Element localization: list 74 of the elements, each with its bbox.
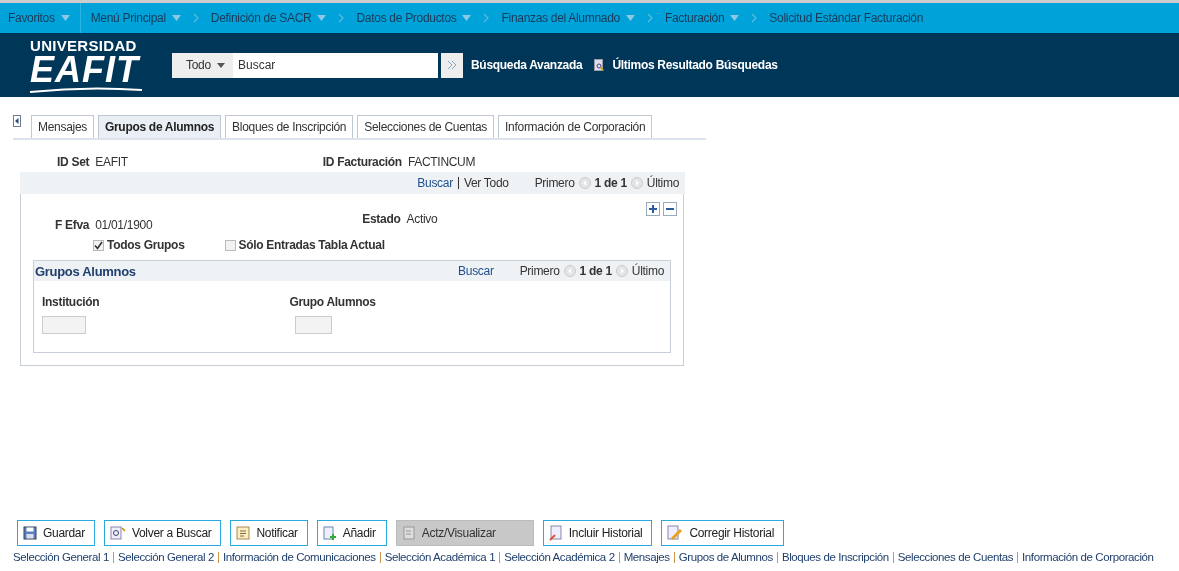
page-link[interactable]: Mensajes [623,551,670,563]
tab[interactable]: Grupos de Alumnos [97,115,222,138]
double-chevron-icon [447,60,457,70]
page-link[interactable]: Información de Comunicaciones [222,551,376,563]
toolbar-button[interactable]: Añadir [316,520,387,546]
last-label: Último [631,264,664,278]
toolbar-button[interactable]: Incluir Historial [542,520,653,546]
page-link[interactable]: Selección Académica 2 [504,551,615,563]
previous-icon[interactable] [563,265,576,277]
field-value: 01/01/1900 [95,218,153,232]
add-document-icon [322,526,337,540]
delete-row-icon[interactable] [663,202,677,216]
page-link[interactable]: Información de Corporación [1022,551,1154,563]
page-link[interactable]: Selección Académica 1 [384,551,496,563]
search-go-button[interactable] [441,52,463,78]
page-count: 1 de 1 [579,264,612,278]
tab[interactable]: Información de Corporación [498,115,653,138]
page-link[interactable]: Selección General 2 [117,551,214,563]
page-link[interactable]: Grupos de Alumnos [678,551,773,563]
find-link[interactable]: Buscar [417,176,453,190]
page-count: 1 de 1 [594,176,627,190]
first-label: Primero [534,176,575,190]
last-label: Último [646,176,679,190]
scope-dropdown[interactable]: Todo [172,52,233,78]
tab[interactable]: Mensajes [31,115,94,138]
field-value: EAFIT [95,155,128,169]
document-search-icon [594,58,605,72]
next-icon[interactable] [615,265,628,277]
field-label: F Efva [55,218,90,232]
document-icon [401,526,416,540]
field-label: ID Set [57,155,90,169]
first-label: Primero [519,264,560,278]
field-label: Estado [362,212,401,226]
checkbox[interactable] [93,239,104,251]
field-value: FACTINCUM [407,155,476,169]
pencil-document-icon [667,525,684,541]
column-label: Grupo Alumnos [289,295,376,309]
recent-results-link[interactable]: Últimos Resultado Búsquedas [612,58,778,72]
dropdown-arrow-icon[interactable] [217,62,225,68]
breadcrumb-item[interactable]: Datos de Productos [356,11,472,25]
field-label: ID Facturación [322,155,402,169]
previous-icon[interactable] [578,177,591,189]
tab[interactable]: Selecciones de Cuentas [357,115,495,138]
search-icon [109,526,126,540]
page-link[interactable]: Selección General 1 [13,551,109,563]
find-link[interactable]: Buscar [458,264,494,278]
next-icon[interactable] [630,177,643,189]
add-row-icon[interactable] [646,202,660,216]
view-all-link[interactable]: Ver Todo [463,176,509,190]
tab[interactable]: Bloques de Inscripción [225,115,354,138]
field-value: Activo [406,212,438,226]
breadcrumb-item[interactable]: Menú Principal [90,11,181,25]
advanced-search-link[interactable]: Búsqueda Avanzada [471,58,583,72]
scroll-left-icon[interactable] [13,115,21,127]
grid-title: Grupos Alumnos [35,263,136,279]
search-field[interactable]: Buscar [233,52,438,78]
save-icon [23,526,37,540]
page-link[interactable]: Bloques de Inscripción [781,551,889,563]
note-icon [236,526,251,540]
breadcrumb-item[interactable]: Definición de SACR [210,11,327,25]
breadcrumb-item[interactable]: Finanzas del Alumnado [501,11,635,25]
toolbar-button[interactable]: Notificar [230,520,308,546]
checkbox[interactable] [224,239,236,251]
column-label: Institución [42,295,100,309]
document-icon [548,525,563,541]
breadcrumb-item[interactable]: Solicitud Estándar Facturación [769,11,924,25]
university-logo: UNIVERSIDAD EAFIT [30,37,142,93]
checkbox-label: Sólo Entradas Tabla Actual [238,238,385,252]
breadcrumb-item[interactable]: Facturación [664,11,740,25]
toolbar-button[interactable]: Guardar [17,520,95,546]
page-link[interactable]: Selecciones de Cuentas [897,551,1014,563]
checkbox-label: Todos Grupos [107,238,185,252]
toolbar-button[interactable]: Volver a Buscar [103,520,222,546]
toolbar-button[interactable]: Corregir Historial [661,520,784,546]
